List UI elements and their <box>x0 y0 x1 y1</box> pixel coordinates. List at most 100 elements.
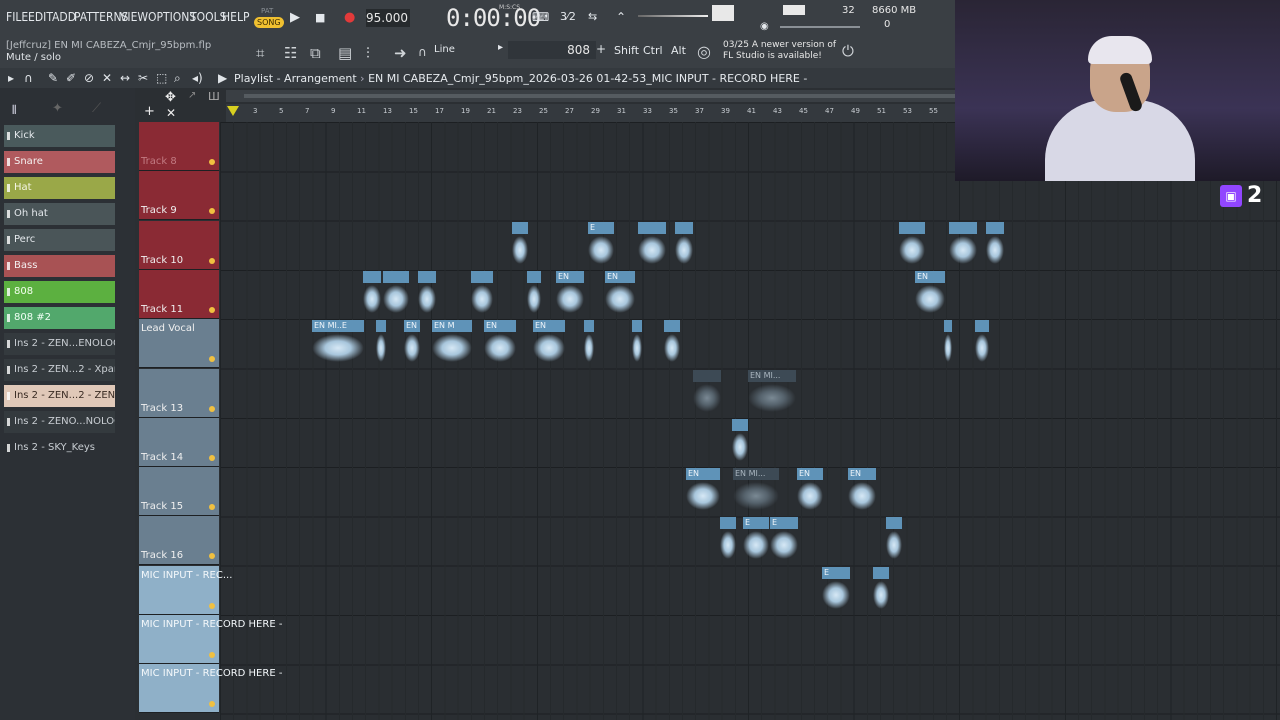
magnet-icon[interactable]: ∩ <box>24 71 33 85</box>
record-icon[interactable]: ● <box>344 10 355 25</box>
audio-clip[interactable] <box>693 369 721 417</box>
plugin-picker-icon[interactable]: ⫶ <box>366 44 370 62</box>
shift-modifier-button[interactable]: Shift <box>614 44 639 57</box>
audio-clip[interactable] <box>986 221 1004 269</box>
audio-clip[interactable] <box>664 320 680 367</box>
audio-clip[interactable]: EN <box>605 270 635 318</box>
audio-clip[interactable]: EN MI... <box>733 468 779 515</box>
select-icon[interactable]: ⬚ <box>156 71 167 85</box>
audio-clip[interactable] <box>418 270 436 318</box>
audio-clip[interactable]: EN <box>915 270 945 318</box>
audio-clip[interactable] <box>527 270 541 318</box>
track-enable-led[interactable] <box>209 652 215 658</box>
detach-icon[interactable]: ↗ <box>188 90 196 101</box>
track-enable-led[interactable] <box>209 504 215 511</box>
audio-clip[interactable] <box>383 270 409 318</box>
scrollbar-thumb[interactable] <box>244 94 955 98</box>
mute-tool-icon[interactable]: ✕ <box>102 71 112 85</box>
zoom-icon[interactable]: ⌕ <box>174 71 181 86</box>
playlist-menu-icon[interactable]: ▸ <box>8 71 14 85</box>
audio-clip[interactable]: EN MI... <box>748 369 796 417</box>
mixer-icon[interactable]: ⧉ <box>310 44 321 62</box>
track-header[interactable]: MIC INPUT - REC... <box>139 565 232 615</box>
step-edit-icon[interactable]: 3⁄2 <box>560 10 576 23</box>
snap-select[interactable]: Line <box>434 44 455 55</box>
channel-button[interactable]: 808 <box>4 281 115 303</box>
track-enable-led[interactable] <box>209 701 215 708</box>
song-mode-button[interactable]: SONG <box>254 17 284 28</box>
pattern-selector[interactable]: 808 <box>508 41 596 59</box>
ctrl-modifier-button[interactable]: Ctrl <box>643 44 663 57</box>
channel-button[interactable]: Ins 2 - ZEN...2 - Xpand!2 <box>4 359 115 381</box>
delete-icon[interactable]: ⊘ <box>84 71 94 85</box>
audio-clip[interactable] <box>632 320 642 367</box>
piano-roll-icon[interactable]: ▤ <box>338 44 352 62</box>
audio-clip[interactable]: EN <box>533 320 565 367</box>
track-header[interactable]: MIC INPUT - RECORD HERE - <box>139 664 282 714</box>
audio-icon[interactable]: ✦ <box>52 101 63 116</box>
add-pattern-button[interactable]: + <box>596 42 606 56</box>
stop-icon[interactable]: ■ <box>315 11 325 24</box>
audio-clip[interactable]: EN <box>404 320 420 367</box>
browser-toggle-icon[interactable]: ⌗ <box>256 44 264 62</box>
track-header[interactable]: Track 11 <box>139 269 219 319</box>
audio-clip[interactable] <box>949 221 977 269</box>
track-enable-led[interactable] <box>209 356 215 363</box>
track-header[interactable]: Track 13 <box>139 368 219 418</box>
play-icon[interactable]: ▶ <box>290 10 300 25</box>
channel-button[interactable]: Bass <box>4 255 115 277</box>
track-enable-led[interactable] <box>209 454 215 461</box>
master-volume-meter[interactable] <box>783 5 805 15</box>
playlist-grid[interactable] <box>220 122 1280 720</box>
news-icon[interactable]: ◎ <box>697 42 711 61</box>
audio-clip[interactable] <box>638 221 666 269</box>
menu-help[interactable]: HELP <box>222 10 249 24</box>
master-pitch-icon[interactable]: ◉ <box>760 21 769 32</box>
audio-clip[interactable]: EN <box>797 468 823 515</box>
audio-clip[interactable] <box>512 221 528 269</box>
arrow-icon[interactable]: ➜ <box>394 44 407 62</box>
audio-clip[interactable]: E <box>770 517 798 564</box>
play-marker-icon[interactable]: ▶ <box>218 71 227 85</box>
track-enable-led[interactable] <box>209 159 215 165</box>
audio-clip[interactable]: EN <box>556 270 584 318</box>
channel-button[interactable]: Hat <box>4 177 115 199</box>
audio-clip[interactable] <box>675 221 693 269</box>
master-pitch-slider[interactable] <box>780 26 860 28</box>
audio-clip[interactable]: E <box>743 517 769 564</box>
channel-button[interactable]: Perc <box>4 229 115 251</box>
channel-button[interactable]: 808 #2 <box>4 307 115 329</box>
audio-clip[interactable] <box>944 320 952 367</box>
audio-clip[interactable]: EN <box>484 320 516 367</box>
alt-modifier-button[interactable]: Alt <box>671 44 686 57</box>
track-enable-led[interactable] <box>209 208 215 215</box>
pat-song-toggle[interactable]: PAT SONG <box>254 7 284 31</box>
piano-icon[interactable]: 𝍪 <box>12 101 16 123</box>
track-header[interactable]: Track 15 <box>139 467 219 517</box>
slip-icon[interactable]: ↔ <box>120 71 130 85</box>
menu-view[interactable]: VIEW <box>120 10 148 24</box>
track-enable-led[interactable] <box>209 257 215 264</box>
audio-clip[interactable] <box>376 320 386 367</box>
audio-clip[interactable]: EN <box>686 468 720 515</box>
close-track-icon[interactable]: ✕ <box>166 106 176 120</box>
power-icon[interactable]: ⏻ <box>842 42 854 60</box>
add-track-icon[interactable]: + <box>144 104 155 119</box>
audio-clip[interactable] <box>975 320 989 367</box>
song-position-marker[interactable] <box>227 106 239 116</box>
audio-clip[interactable] <box>899 221 925 269</box>
track-header[interactable]: Track 14 <box>139 417 219 467</box>
audio-clip[interactable]: EN <box>848 468 876 515</box>
menu-edit[interactable]: EDIT <box>28 10 53 24</box>
paint-icon[interactable]: ✐ <box>66 71 76 85</box>
audio-clip[interactable] <box>732 418 748 466</box>
track-header[interactable]: Lead Vocal <box>139 319 219 369</box>
snap-magnet-icon[interactable]: ∩ <box>418 45 427 59</box>
audio-clip[interactable]: EN M <box>432 320 472 367</box>
audio-clip[interactable] <box>873 566 889 614</box>
metronome-icon[interactable]: ⌃ <box>616 10 626 24</box>
menu-file[interactable]: FILE <box>6 10 28 24</box>
audio-clip[interactable]: E <box>588 221 614 269</box>
playback-icon[interactable]: ◂) <box>192 71 203 85</box>
grid-icon[interactable]: Ш <box>208 90 220 103</box>
